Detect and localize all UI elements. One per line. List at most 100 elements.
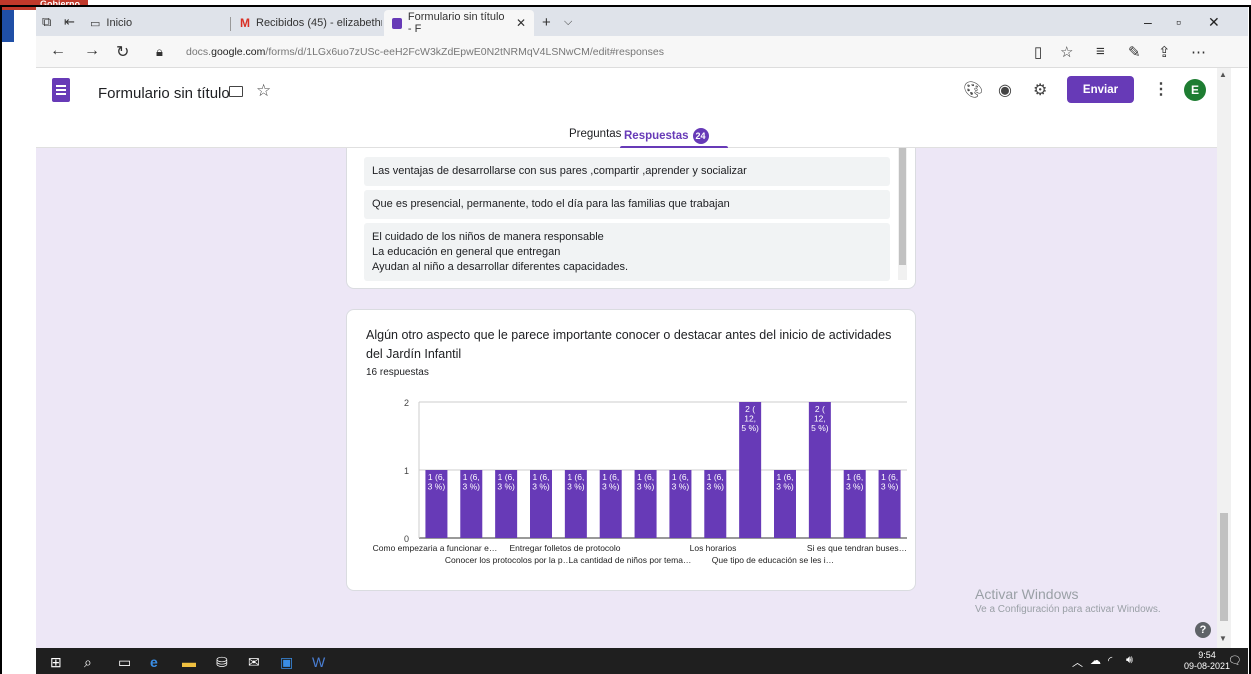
refresh-icon[interactable]: ↻ <box>116 42 129 62</box>
bar-data-label: 1 (6, 3 %) <box>672 472 690 492</box>
page-scrollbar[interactable]: ▲ ▼ <box>1217 68 1231 648</box>
bar-data-label: 1 (6, 3 %) <box>497 472 515 492</box>
responses-scrollbar[interactable] <box>898 148 907 280</box>
bar-chart: 0121 (6, 3 %)1 (6, 3 %)1 (6, 3 %)1 (6, 3 %)1… <box>373 398 907 565</box>
x-tick-label: La cantidad de niños por tema… <box>569 555 692 565</box>
file-explorer-icon[interactable]: ▬ <box>182 654 196 670</box>
set-aside-tabs-icon[interactable]: ⇤ <box>64 14 75 30</box>
bar-data-label: 1 (6, 3 %) <box>532 472 550 492</box>
browser-tabstrip: ⧉ ⇤ ▭ Inicio M Recibidos (45) - elizabet… <box>36 7 1248 36</box>
restore-icon[interactable]: ▫ <box>1176 14 1181 30</box>
help-icon[interactable]: ? <box>1195 622 1211 638</box>
tab-respuestas[interactable]: Respuestas 24 <box>624 128 709 144</box>
lock-icon: 🔒︎ <box>156 44 163 59</box>
word-icon[interactable]: W <box>312 654 325 670</box>
address-bar: ← → ↻ 🔒︎ docs.google.com/forms/d/1LGx6uo… <box>36 36 1248 68</box>
page-icon: ▭ <box>90 17 101 30</box>
share-icon[interactable]: ⇪ <box>1158 43 1171 61</box>
x-tick-label: Entregar folletos de protocolo <box>509 543 620 553</box>
question-card: Algún otro aspecto que le parece importa… <box>346 309 916 591</box>
task-view-icon[interactable]: ▭ <box>118 654 131 671</box>
bar-data-label-line: 3 %) <box>672 482 690 492</box>
cloud-icon[interactable]: ☁ <box>1090 654 1101 667</box>
tray-chevron-icon[interactable]: ︿ <box>1072 654 1083 670</box>
url-field[interactable]: docs.google.com/forms/d/1LGx6uo7zUSc-eeH… <box>186 46 664 58</box>
tab-actions-icon[interactable]: ⧉ <box>42 14 51 30</box>
edge-icon[interactable]: e <box>150 654 158 670</box>
reading-view-icon[interactable]: ▯ <box>1034 43 1042 61</box>
pen-icon[interactable]: ✎ <box>1128 43 1141 61</box>
palette-icon[interactable]: 🎨︎ <box>963 80 983 100</box>
minimize-icon[interactable]: – <box>1144 14 1152 30</box>
search-icon[interactable]: ⌕ <box>84 654 92 671</box>
responses-count-badge: 24 <box>692 128 709 144</box>
windows-start-icon[interactable]: ⊞ <box>50 654 62 671</box>
new-tab-icon[interactable]: + <box>542 14 551 31</box>
bar-data-label-line: 1 (6, <box>428 472 445 482</box>
more-options-icon[interactable]: ⋯ <box>1191 43 1206 61</box>
star-icon[interactable]: ☆ <box>256 81 271 101</box>
scroll-up-icon[interactable]: ▲ <box>1219 70 1227 79</box>
bar-data-label: 1 (6, 3 %) <box>567 472 585 492</box>
tab-forms[interactable]: Formulario sin título - F ✕ <box>384 10 534 36</box>
network-icon[interactable]: ◜ <box>1108 654 1112 667</box>
tab-inicio[interactable]: ▭ Inicio <box>82 10 228 36</box>
clock-date: 09-08-2021 <box>1184 661 1231 671</box>
clock-time: 9:54 <box>1198 650 1216 660</box>
outlook-icon[interactable]: ▣ <box>280 654 293 671</box>
bar-data-label-line: 3 %) <box>776 482 794 492</box>
x-tick-label: Como empezaria a funcionar e… <box>373 543 498 553</box>
close-window-icon[interactable]: ✕ <box>1208 14 1220 31</box>
x-tick-label: Si es que tendran buses… <box>807 543 907 553</box>
bar-data-label-line: 3 %) <box>881 482 899 492</box>
mail-icon[interactable]: ✉ <box>248 654 260 671</box>
hub-icon[interactable]: ≡ <box>1096 43 1105 60</box>
page-scrollbar-thumb[interactable] <box>1220 513 1228 621</box>
tab-gmail[interactable]: M Recibidos (45) - elizabethm <box>232 10 382 36</box>
forms-header: Formulario sin título ☆ 🎨︎ ◉ ⚙ Enviar ⋮ … <box>36 68 1217 149</box>
scrollbar-thumb[interactable] <box>899 148 906 265</box>
bar-data-label: 1 (6, 3 %) <box>428 472 446 492</box>
bar-data-label: 1 (6, 3 %) <box>602 472 620 492</box>
form-title[interactable]: Formulario sin título <box>98 85 230 102</box>
more-vert-icon[interactable]: ⋮ <box>1153 79 1169 99</box>
x-tick-label: Los horarios <box>690 543 737 553</box>
settings-gear-icon[interactable]: ⚙ <box>1033 80 1047 100</box>
avatar[interactable]: E <box>1184 79 1206 101</box>
gov-flag-blue <box>2 8 14 42</box>
tab-divider <box>230 17 231 31</box>
response-item: Las ventajas de desarrollarse con sus pa… <box>364 157 890 186</box>
bar-data-label: 1 (6, 3 %) <box>463 472 481 492</box>
bar-data-label-line: 3 %) <box>846 482 864 492</box>
activate-title: Activar Windows <box>975 586 1079 602</box>
store-icon[interactable]: ⛁ <box>216 654 228 671</box>
bar-data-label-line: 3 %) <box>428 482 446 492</box>
bar-data-label-line: 3 %) <box>497 482 515 492</box>
bar-data-label: 1 (6, 3 %) <box>637 472 655 492</box>
favorite-star-icon[interactable]: ☆ <box>1060 43 1073 61</box>
bar-data-label: 1 (6, 3 %) <box>846 472 864 492</box>
tab-label: Inicio <box>106 17 133 29</box>
preview-eye-icon[interactable]: ◉ <box>998 80 1012 100</box>
bar-data-label-line: 1 (6, <box>532 472 549 482</box>
send-button[interactable]: Enviar <box>1067 76 1134 103</box>
tab-list-chevron-icon[interactable]: ⌵ <box>564 16 572 29</box>
response-count: 16 respuestas <box>366 367 429 378</box>
notifications-icon[interactable]: 🗨︎ <box>1228 654 1242 667</box>
back-icon[interactable]: ← <box>50 42 66 60</box>
forms-logo-icon[interactable] <box>52 78 70 102</box>
bar-data-label: 1 (6, 3 %) <box>776 472 794 492</box>
forward-icon[interactable]: → <box>84 42 100 60</box>
folder-icon[interactable] <box>229 86 243 97</box>
volume-icon[interactable]: 🔊︎ <box>1126 654 1133 667</box>
system-clock[interactable]: 9:54 09-08-2021 <box>1184 650 1230 672</box>
bar-data-label-line: 12, <box>814 414 826 424</box>
tab-label: Recibidos (45) - elizabethm <box>256 17 382 29</box>
close-tab-icon[interactable]: ✕ <box>516 16 526 30</box>
bar-data-label-line: 3 %) <box>637 482 655 492</box>
tab-preguntas[interactable]: Preguntas <box>569 128 621 140</box>
bar-data-label-line: 1 (6, <box>498 472 515 482</box>
bar-data-label-line: 12, <box>744 414 756 424</box>
bar-data-label: 1 (6, 3 %) <box>881 472 899 492</box>
scroll-down-icon[interactable]: ▼ <box>1219 634 1227 643</box>
